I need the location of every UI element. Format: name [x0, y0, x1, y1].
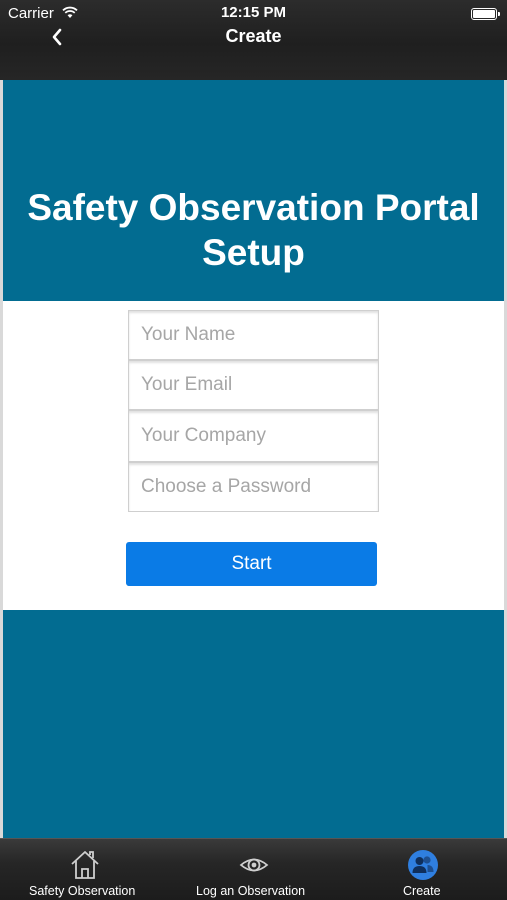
signup-form: Start	[3, 301, 504, 610]
home-icon	[71, 851, 99, 879]
email-field[interactable]	[128, 360, 379, 410]
tab-label: Safety Observation	[29, 884, 136, 898]
status-time: 12:15 PM	[220, 4, 287, 21]
tab-safety-observation[interactable]: Safety Observation	[25, 839, 145, 900]
navigation-bar: Create	[0, 22, 507, 52]
company-field[interactable]	[128, 410, 379, 462]
background-panel	[3, 610, 504, 838]
hero-banner: Safety Observation Portal Setup	[3, 80, 504, 301]
app-screen: Carrier 12:15 PM Create Safety Observati…	[0, 0, 507, 900]
start-button[interactable]: Start	[126, 542, 377, 586]
eye-icon	[239, 858, 269, 872]
password-field[interactable]	[128, 462, 379, 512]
battery-icon	[471, 8, 500, 20]
tab-bar: Safety Observation Log an Observation Cr…	[0, 838, 507, 900]
name-field[interactable]	[128, 310, 379, 360]
top-chrome: Carrier 12:15 PM Create	[0, 0, 507, 80]
tab-create[interactable]: Create	[380, 839, 464, 900]
page-title: Safety Observation Portal Setup	[27, 187, 480, 273]
tab-label: Create	[403, 884, 441, 898]
nav-title: Create	[225, 26, 282, 46]
tab-log-observation[interactable]: Log an Observation	[192, 839, 316, 900]
tab-label: Log an Observation	[196, 884, 306, 898]
content-area: Safety Observation Portal Setup Start	[3, 80, 504, 838]
users-icon	[408, 850, 438, 880]
